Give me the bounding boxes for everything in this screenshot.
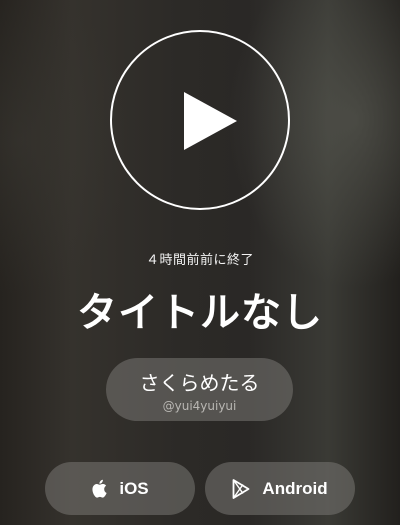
user-profile-button[interactable]: さくらめたる @yui4yuiyui (106, 358, 293, 421)
google-play-icon (232, 478, 250, 499)
android-app-button[interactable]: Android (205, 462, 355, 515)
broadcast-title: タイトルなし (77, 290, 323, 336)
ios-label: iOS (119, 478, 149, 498)
broadcast-status: ４時間前前に終了 (145, 253, 254, 268)
play-icon (184, 92, 237, 150)
play-button[interactable] (110, 30, 290, 210)
ios-app-button[interactable]: iOS (45, 462, 195, 515)
android-label: Android (262, 478, 328, 498)
apple-icon (91, 479, 107, 498)
user-handle: @yui4yuiyui (162, 399, 237, 413)
user-display-name: さくらめたる (139, 371, 260, 395)
live-replay-screen: ４時間前前に終了 タイトルなし さくらめたる @yui4yuiyui iOS A… (0, 0, 400, 525)
